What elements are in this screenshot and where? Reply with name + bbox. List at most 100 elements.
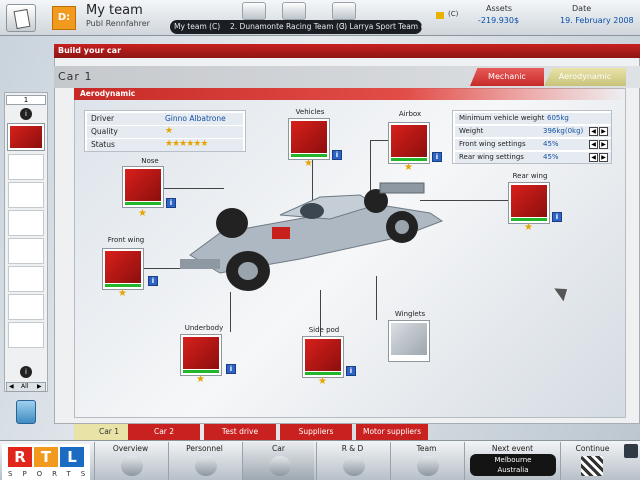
quality-row: Quality ★ — [87, 126, 243, 138]
logo-sports: SPORTS — [8, 470, 96, 478]
next-event-country: Australia — [497, 466, 529, 474]
logo-letter: L — [60, 447, 84, 467]
sidebar-slot[interactable] — [8, 266, 44, 292]
options-icon[interactable] — [624, 444, 638, 458]
rear-wing-label: Rear wing — [512, 172, 548, 180]
airbox-part[interactable] — [388, 122, 430, 164]
side-pod-info-button[interactable]: i — [346, 366, 356, 376]
nav-label: Next event — [491, 444, 534, 453]
airbox-label: Airbox — [398, 110, 422, 118]
team-ranking-bar: My team (C) 2. Dunamonte Racing Team (C)… — [170, 20, 422, 34]
nav-personnel[interactable]: Personnel — [168, 442, 240, 480]
upload-icon[interactable] — [332, 2, 356, 20]
sidebar-filter[interactable]: ◀ All ▶ — [6, 382, 46, 392]
next-arrow-icon[interactable]: ▶ — [37, 383, 42, 391]
nav-research[interactable]: R & D — [316, 442, 388, 480]
underbody-info-button[interactable]: i — [226, 364, 236, 374]
nav-label: Overview — [112, 444, 149, 453]
team-rank-2[interactable]: 2. Dunamonte Racing Team (C) — [230, 22, 347, 31]
sidebar-slot[interactable] — [8, 238, 44, 264]
panel-title: Build your car — [54, 44, 640, 58]
connector-line — [370, 140, 390, 141]
race-car-image — [180, 182, 444, 291]
tab-test-drive[interactable]: Test drive — [204, 424, 276, 440]
prev-arrow-icon[interactable]: ◀ — [9, 383, 14, 391]
status-row: Status ★★★★★★ — [87, 139, 243, 151]
sidebar-slot[interactable] — [8, 294, 44, 320]
rear-wing-decrease-button[interactable]: ◀ — [589, 153, 598, 162]
sidebar-info-icon[interactable]: i — [20, 108, 32, 120]
quality-stars: ★ — [165, 126, 173, 136]
condition-bar — [391, 158, 427, 161]
nav-continue[interactable]: Continue — [560, 442, 624, 480]
notes-icon[interactable] — [6, 4, 36, 32]
stat-row: Front wing settings 45% ◀ ▶ — [455, 139, 611, 150]
driver-label: Driver — [91, 114, 115, 123]
tab-suppliers[interactable]: Suppliers — [280, 424, 352, 440]
star-icon: ★ — [404, 162, 413, 173]
team-rank-1[interactable]: My team (C) — [174, 22, 220, 31]
team-title: My team — [86, 3, 143, 18]
condition-bar — [511, 218, 547, 221]
nose-info-button[interactable]: i — [166, 198, 176, 208]
nav-car[interactable]: Car — [242, 442, 314, 480]
filter-label: All — [21, 383, 29, 390]
side-pod-label: Side pod — [308, 326, 340, 334]
weight-decrease-button[interactable]: ◀ — [589, 127, 598, 136]
stat-label: Front wing settings — [459, 140, 526, 148]
vehicles-info-button[interactable]: i — [332, 150, 342, 160]
stat-label: Minimum vehicle weight — [459, 114, 545, 122]
condition-bar — [291, 154, 327, 157]
sidebar-slot-current[interactable] — [7, 123, 45, 151]
nav-team[interactable]: Team — [390, 442, 462, 480]
tab-aerodynamic[interactable]: Aerodynamic — [544, 68, 626, 86]
side-pod-part[interactable] — [302, 336, 344, 378]
sidebar-slot[interactable] — [8, 210, 44, 236]
stat-row: Weight 396kg(0kg) ◀ ▶ — [455, 126, 611, 137]
sidebar-info-icon-bottom[interactable]: i — [20, 366, 32, 378]
tab-motor-suppliers[interactable]: Motor suppliers — [356, 424, 428, 440]
download-icon[interactable] — [242, 2, 266, 20]
vehicles-image — [291, 121, 327, 153]
sidebar-slot[interactable] — [8, 322, 44, 348]
condition-bar — [105, 284, 141, 287]
nav-label: Personnel — [186, 444, 223, 453]
front-wing-image — [105, 251, 141, 283]
airbox-info-button[interactable]: i — [432, 152, 442, 162]
sidebar-slot[interactable] — [8, 154, 44, 180]
front-wing-info-button[interactable]: i — [148, 276, 158, 286]
car-info-table: Driver Ginno Albatrone Quality ★ Status … — [84, 110, 246, 152]
checkered-flag-icon — [581, 456, 603, 476]
nose-part[interactable] — [122, 166, 164, 208]
star-icon: ★ — [304, 158, 313, 169]
vehicles-part[interactable] — [288, 118, 330, 160]
tools-icon — [343, 456, 365, 476]
winglets-part[interactable] — [388, 320, 430, 362]
stat-row: Rear wing settings 45% ◀ ▶ — [455, 152, 611, 163]
next-event-location[interactable]: Melbourne Australia — [470, 454, 556, 476]
stat-label: Weight — [459, 127, 484, 135]
rear-wing-increase-button[interactable]: ▶ — [599, 153, 608, 162]
tab-car-2[interactable]: Car 2 — [128, 424, 200, 440]
underbody-part[interactable] — [180, 334, 222, 376]
team-rank-3[interactable]: 3. Larrya Sport Team (C) — [340, 22, 422, 31]
sidebar-slot[interactable] — [8, 182, 44, 208]
team-subtitle: Publ Rennfahrer — [86, 19, 150, 28]
front-wing-decrease-button[interactable]: ◀ — [589, 140, 598, 149]
stat-value: 45% — [543, 153, 559, 161]
driver-row: Driver Ginno Albatrone — [87, 113, 243, 125]
currency-note: (C) — [448, 10, 459, 18]
quality-label: Quality — [91, 127, 118, 136]
rear-wing-part[interactable] — [508, 182, 550, 224]
settings-icon[interactable] — [282, 2, 306, 20]
tab-mechanic[interactable]: Mechanic — [470, 68, 544, 86]
weight-increase-button[interactable]: ▶ — [599, 127, 608, 136]
nav-overview[interactable]: Overview — [94, 442, 166, 480]
front-wing-part[interactable] — [102, 248, 144, 290]
nose-image — [125, 169, 161, 201]
star-icon: ★ — [138, 208, 147, 219]
front-wing-increase-button[interactable]: ▶ — [599, 140, 608, 149]
nav-label: Team — [416, 444, 437, 453]
trash-icon[interactable] — [16, 400, 36, 424]
rear-wing-info-button[interactable]: i — [552, 212, 562, 222]
